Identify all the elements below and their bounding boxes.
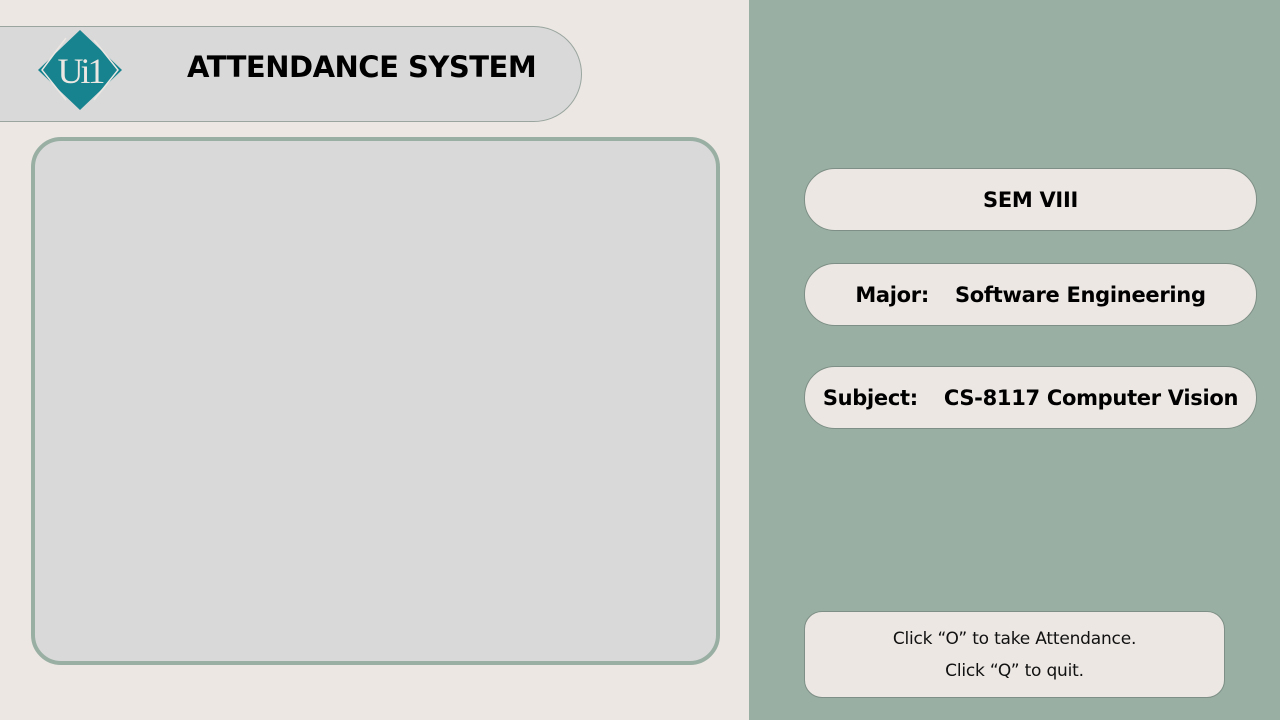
semester-value: SEM VIII [983, 187, 1078, 212]
subject-label: Subject: [822, 385, 918, 410]
instruction-attendance: Click “O” to take Attendance. [892, 628, 1137, 649]
subject-pill: Subject: CS-8117 Computer Vision [804, 366, 1257, 429]
instruction-quit: Click “Q” to quit. [945, 660, 1084, 681]
camera-view [31, 137, 720, 665]
major-label: Major: [855, 282, 929, 307]
major-pill: Major: Software Engineering [804, 263, 1257, 326]
logo: Ui1 [36, 28, 124, 112]
subject-value: CS-8117 Computer Vision [943, 385, 1239, 410]
instructions-box: Click “O” to take Attendance. Click “Q” … [804, 611, 1225, 698]
diamond-logo-icon: Ui1 [38, 30, 122, 110]
logo-text: Ui1 [58, 51, 104, 91]
semester-pill: SEM VIII [804, 168, 1257, 231]
page-title: ATTENDANCE SYSTEM [187, 50, 537, 84]
major-value: Software Engineering [954, 282, 1206, 307]
